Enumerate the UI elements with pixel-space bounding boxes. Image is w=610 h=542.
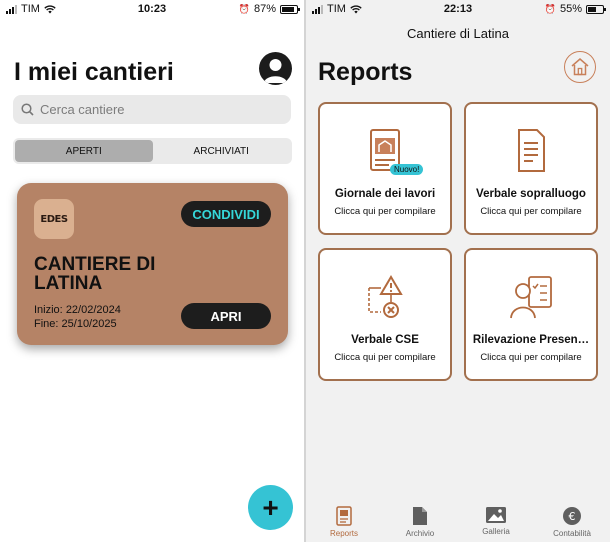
avatar[interactable] xyxy=(259,52,292,85)
tab-archivio[interactable]: Archivio xyxy=(382,500,458,542)
tile-subtitle: Clicca qui per compilare xyxy=(480,352,582,363)
tile-verbale-cse[interactable]: Verbale CSE Clicca qui per compilare xyxy=(318,248,452,381)
attendance-icon xyxy=(466,274,596,320)
start-label: Inizio: xyxy=(34,304,63,316)
tab-reports[interactable]: Reports xyxy=(306,500,382,542)
image-icon xyxy=(486,507,506,523)
add-site-button[interactable]: + xyxy=(248,485,293,530)
battery-icon xyxy=(280,4,300,14)
tab-label: Archivio xyxy=(405,529,435,538)
tile-title: Rilevazione Presen… xyxy=(472,334,590,346)
tile-title: Verbale CSE xyxy=(351,334,419,346)
tile-subtitle: Clicca qui per compilare xyxy=(334,206,436,217)
search-icon xyxy=(21,103,34,116)
logo-text: EDES xyxy=(40,213,68,225)
battery-icon xyxy=(586,4,606,14)
tile-title: Verbale sopralluogo xyxy=(476,188,586,200)
tab-bar: Reports Archivio Galleria € Contabilità xyxy=(306,500,610,542)
new-badge: Nuovo! xyxy=(390,164,424,175)
status-segmented-control: APERTI ARCHIVIATI xyxy=(13,138,292,164)
user-icon xyxy=(264,59,287,83)
tile-title: Giornale dei lavori xyxy=(334,188,436,200)
status-right: ⏰ 87% xyxy=(238,3,300,15)
euro-icon: € xyxy=(563,507,581,525)
file-icon xyxy=(413,507,427,525)
tab-label: Reports xyxy=(329,529,358,538)
tile-subtitle: Clicca qui per compilare xyxy=(334,352,436,363)
tab-galleria[interactable]: Galleria xyxy=(458,500,534,542)
page-title: Reports xyxy=(318,58,413,86)
end-date: 25/10/2025 xyxy=(61,318,117,330)
tab-contabilita[interactable]: € Contabilità xyxy=(534,500,610,542)
alarm-icon: ⏰ xyxy=(544,3,556,14)
battery-percent: 55% xyxy=(559,3,582,15)
tab-label: Galleria xyxy=(482,527,510,536)
logbook-icon xyxy=(320,128,450,174)
segment-archiviati[interactable]: ARCHIVIATI xyxy=(153,140,291,162)
document-icon xyxy=(466,128,596,174)
status-bar: TIM 10:23 ⏰ 87% xyxy=(0,0,304,18)
svg-text:€: € xyxy=(569,510,576,523)
home-icon xyxy=(571,58,589,76)
alarm-icon: ⏰ xyxy=(238,3,250,14)
tab-label: Contabilità xyxy=(553,529,591,538)
site-header: Cantiere di Latina xyxy=(407,26,509,41)
site-dates: Inizio: 22/02/2024 Fine: 25/10/2025 xyxy=(34,303,121,331)
open-button[interactable]: APRI xyxy=(181,303,271,329)
tile-giornale-lavori[interactable]: Nuovo! Giornale dei lavori Clicca qui pe… xyxy=(318,102,452,235)
reports-screen: TIM 22:13 ⏰ 55% Cantiere di Latina Repor… xyxy=(306,0,610,542)
share-button[interactable]: CONDIVIDI xyxy=(181,201,271,227)
start-date: 22/02/2024 xyxy=(65,304,121,316)
company-logo: EDES xyxy=(34,199,74,239)
search-bar[interactable] xyxy=(13,95,291,124)
app-comparison: TIM 10:23 ⏰ 87% I miei cantieri APERTI A… xyxy=(0,0,610,542)
tile-rilevazione-presenze[interactable]: Rilevazione Presen… Clicca qui per compi… xyxy=(464,248,598,381)
battery-percent: 87% xyxy=(253,3,276,15)
tile-subtitle: Clicca qui per compilare xyxy=(480,206,582,217)
tile-verbale-sopralluogo[interactable]: Verbale sopralluogo Clicca qui per compi… xyxy=(464,102,598,235)
status-right: ⏰ 55% xyxy=(544,3,606,15)
reports-icon xyxy=(336,506,352,526)
search-input[interactable] xyxy=(40,102,270,117)
site-card[interactable]: EDES CONDIVIDI CANTIERE DI LATINA Inizio… xyxy=(17,183,288,345)
home-button[interactable] xyxy=(564,51,596,83)
end-label: Fine: xyxy=(34,318,59,330)
warning-flow-icon xyxy=(320,274,450,320)
status-bar: TIM 22:13 ⏰ 55% xyxy=(306,0,610,18)
plus-icon: + xyxy=(262,491,279,523)
page-title: I miei cantieri xyxy=(14,58,174,86)
segment-aperti[interactable]: APERTI xyxy=(15,140,153,162)
cantieri-screen: TIM 10:23 ⏰ 87% I miei cantieri APERTI A… xyxy=(0,0,304,542)
site-name: CANTIERE DI LATINA xyxy=(34,254,156,294)
